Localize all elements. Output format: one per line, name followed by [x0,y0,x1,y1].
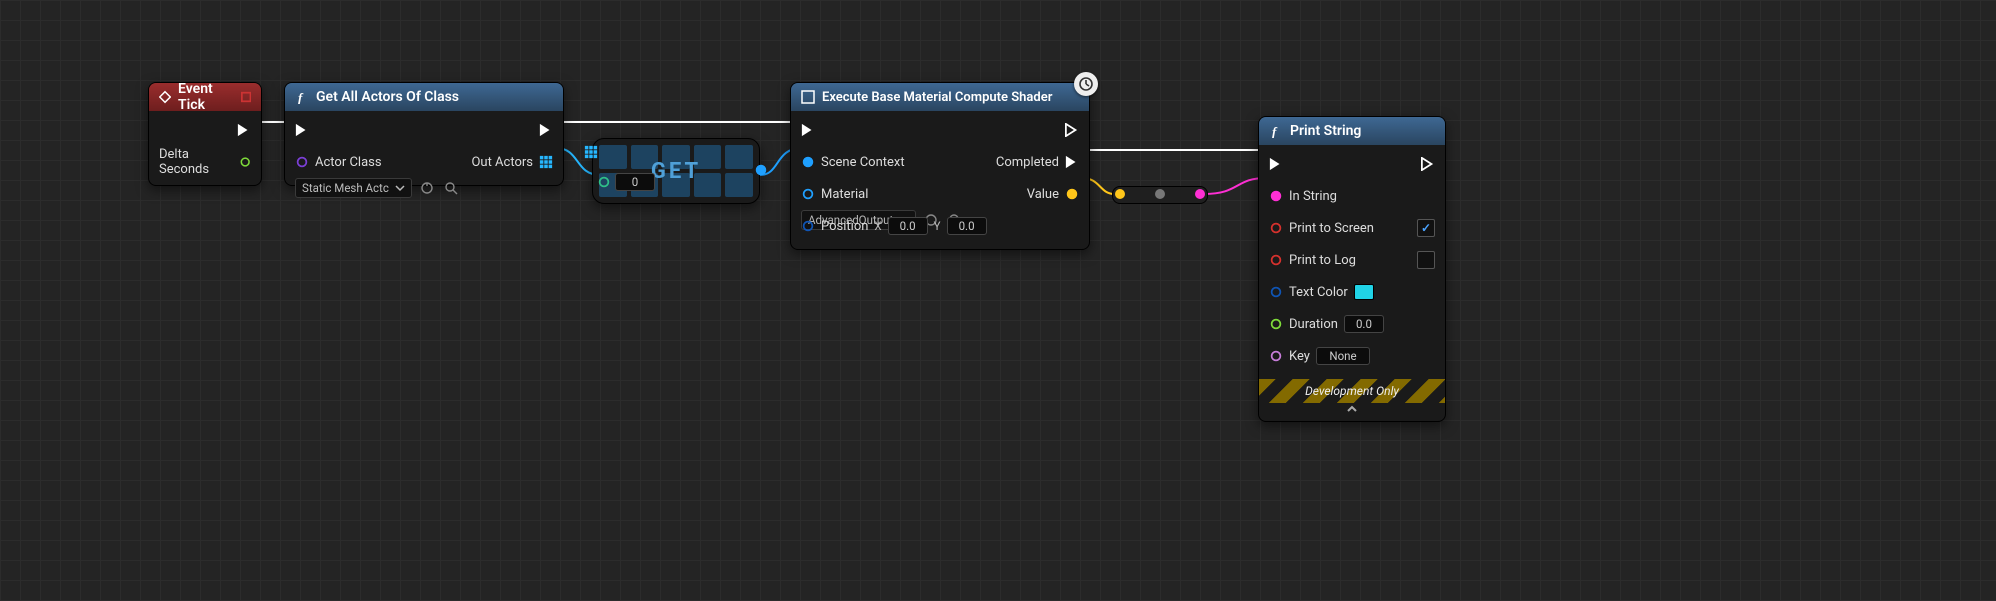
node-title: Execute Base Material Compute Shader [822,90,1052,105]
pin-label-key: Key [1289,349,1310,364]
pin-label-completed: Completed [996,155,1059,170]
node-array-get[interactable]: GET 0 [592,138,760,204]
struct-in-pin[interactable] [801,219,815,233]
pin-label-position: Position [821,219,868,234]
pin-label-print-log: Print to Log [1289,253,1356,268]
name-in-pin[interactable] [1269,349,1283,363]
pin-label-material: Material [821,187,868,202]
exec-out-pin-completed[interactable] [1065,155,1079,169]
bool-in-pin[interactable] [1269,221,1283,235]
reroute-out-pin[interactable] [1195,189,1205,199]
pin-label-actor-class: Actor Class [315,155,382,170]
node-header[interactable]: Execute Base Material Compute Shader [791,83,1089,111]
object-in-pin-material[interactable] [801,187,815,201]
exec-out-pin[interactable] [1065,123,1079,137]
pin-label-delta-seconds: Delta Seconds [159,147,233,177]
reset-icon[interactable] [418,179,436,197]
dev-only-banner: Development Only [1259,379,1445,403]
pin-label-print-screen: Print to Screen [1289,221,1374,236]
latent-badge [1074,72,1098,96]
duration-input[interactable]: 0.0 [1344,315,1384,333]
event-badge-icon [241,91,251,103]
array-in-pin[interactable] [584,145,598,159]
exec-in-pin[interactable] [801,123,815,137]
string-in-pin[interactable] [1269,189,1283,203]
print-screen-checkbox[interactable] [1417,219,1435,237]
pin-label-duration: Duration [1289,317,1338,332]
text-color-swatch[interactable] [1354,284,1374,300]
dev-only-label: Development Only [1305,384,1399,398]
exec-in-pin[interactable] [1269,157,1283,171]
reroute-handle[interactable] [1155,189,1165,199]
exec-out-pin[interactable] [539,123,553,137]
chevron-up-icon [1346,403,1358,415]
node-execute-shader[interactable]: Execute Base Material Compute Shader Sce… [790,82,1090,250]
key-input[interactable]: None [1316,347,1370,365]
exec-out-pin[interactable] [237,123,251,137]
actor-class-select[interactable]: Static Mesh Actc [295,178,412,198]
node-title: Print String [1290,123,1361,139]
array-out-pin[interactable] [539,155,553,169]
pos-y-input[interactable]: 0.0 [947,217,987,235]
reroute-in-pin[interactable] [1115,189,1125,199]
int-in-pin[interactable] [597,175,611,189]
node-title: Event Tick [178,81,234,113]
clock-icon [1079,77,1093,91]
pin-label-out-actors: Out Actors [471,155,533,170]
node-header[interactable]: f Print String [1259,117,1445,145]
pos-x-input[interactable]: 0.0 [888,217,928,235]
collapse-advanced-button[interactable] [1259,403,1445,421]
pos-x-label: X [874,219,881,233]
pin-label-text-color: Text Color [1289,285,1348,300]
browse-icon[interactable] [442,179,460,197]
pin-label-value: Value [1027,187,1059,202]
wildcard-out-pin[interactable] [1065,187,1079,201]
struct-in-pin[interactable] [1269,285,1283,299]
node-get-all-actors[interactable]: f Get All Actors Of Class Actor Class St… [284,82,564,186]
actor-class-value: Static Mesh Actc [302,181,389,195]
node-reroute[interactable] [1112,186,1208,204]
latent-icon [801,90,815,104]
exec-out-pin[interactable] [1421,157,1435,171]
node-header[interactable]: f Get All Actors Of Class [285,83,563,111]
function-icon: f [295,90,309,104]
get-label: GET [651,159,701,184]
svg-text:f: f [1272,124,1278,138]
node-header[interactable]: Event Tick [149,83,261,111]
float-out-pin[interactable] [239,155,251,169]
node-print-string[interactable]: f Print String In String Print to Screen… [1258,116,1446,422]
node-title: Get All Actors Of Class [316,89,459,105]
chevron-down-icon [395,183,405,193]
object-out-pin[interactable] [754,163,768,177]
pin-label-scene-context: Scene Context [821,155,905,170]
exec-in-pin[interactable] [295,123,309,137]
print-log-checkbox[interactable] [1417,251,1435,269]
float-in-pin[interactable] [1269,317,1283,331]
svg-text:f: f [298,90,304,104]
class-in-pin[interactable] [295,155,309,169]
object-in-pin[interactable] [801,155,815,169]
event-icon [159,90,171,104]
pin-label-in-string: In String [1289,189,1337,204]
get-index-input[interactable]: 0 [615,173,655,191]
function-icon: f [1269,124,1283,138]
pos-y-label: Y [934,219,941,233]
bool-in-pin[interactable] [1269,253,1283,267]
node-event-tick[interactable]: Event Tick Delta Seconds [148,82,262,186]
